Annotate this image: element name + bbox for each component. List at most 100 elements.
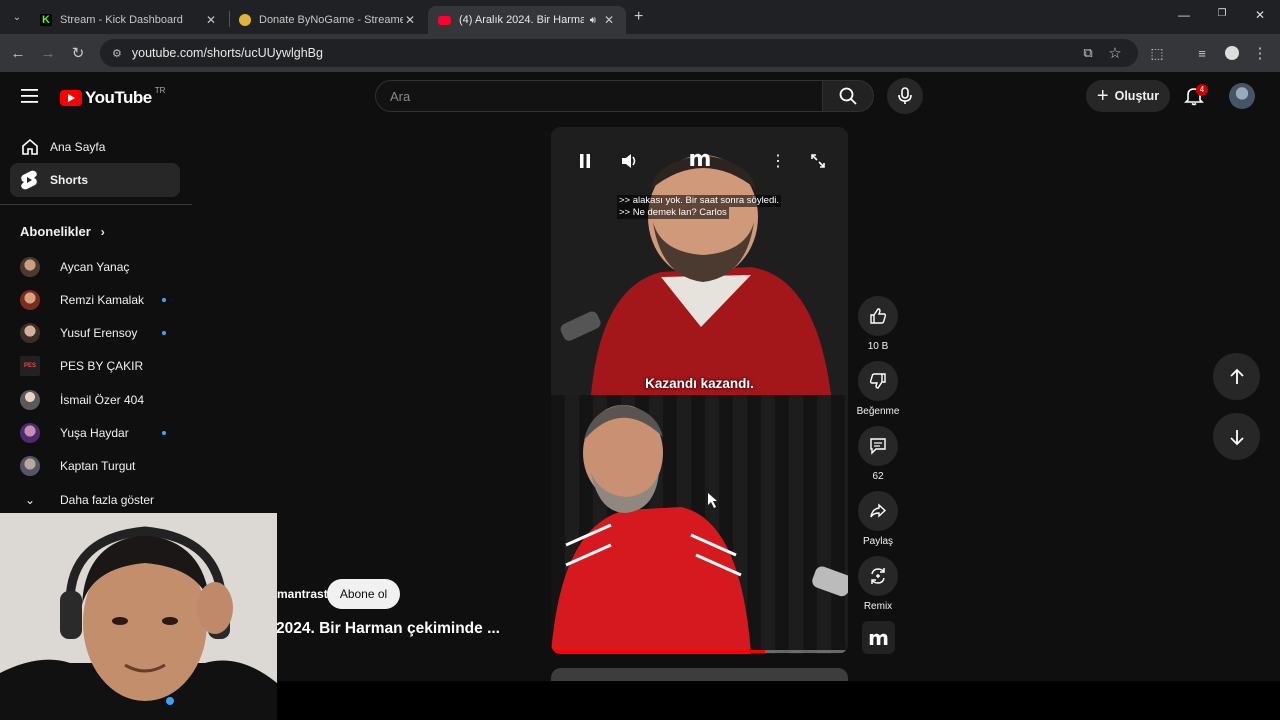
account-avatar[interactable] [1229,83,1255,109]
arrow-down-icon [1229,429,1244,445]
volume-button[interactable] [617,149,641,173]
tab-search-icon[interactable]: ⌄ [7,7,27,27]
sidebar-item-label: Shorts [50,173,89,187]
chrome-menu-icon[interactable]: ⋮ [1250,43,1270,63]
subscribe-button[interactable]: Abone ol [327,579,400,609]
logo-wordmark: YouTube [85,88,152,107]
install-app-icon[interactable]: ⧉ [1078,43,1098,63]
subscription-name: Remzi Kamalak [60,293,145,307]
back-icon[interactable]: ← [8,43,28,63]
subscription-yusa-haydar[interactable]: Yuşa Haydar [20,421,170,445]
share-button[interactable] [858,491,898,531]
youtube-logo[interactable]: YouTube TR [60,85,166,108]
short-title[interactable]: 2024. Bir Harman çekiminde ... [276,620,500,638]
like-button[interactable] [858,296,898,336]
channel-name[interactable]: mantrast [277,587,328,601]
share-label: Paylaş [862,536,893,547]
subtitle-line: >> alakası yok. Bir saat sonra söyledi. [617,195,781,207]
hamburger-menu-icon[interactable] [20,87,40,110]
chevron-right-icon: › [100,224,105,239]
thumbs-up-icon [870,308,887,324]
like-count: 10 B [867,341,889,352]
new-content-dot [162,298,166,302]
comments-button[interactable] [858,426,898,466]
close-tab-icon[interactable]: ✕ [602,13,616,27]
new-content-dot [162,331,166,335]
dislike-button[interactable] [858,361,898,401]
next-short-button[interactable] [1213,413,1260,460]
podcast-guest-image [551,405,848,654]
previous-short-button[interactable] [1213,353,1260,400]
close-tab-icon[interactable]: ✕ [403,13,417,27]
subscription-yusuf-erensoy[interactable]: Yusuf Erensoy [20,321,170,345]
subscription-name: İsmail Özer 404 [60,393,145,407]
minimize-icon[interactable]: — [1174,8,1194,26]
video-progress-bar[interactable] [551,650,848,653]
tab-kick-dashboard[interactable]: K Stream - Kick Dashboard ✕ [30,6,228,34]
search-input[interactable]: Ara [375,80,823,112]
voice-search-button[interactable] [887,78,923,114]
forward-icon[interactable]: → [38,43,58,63]
tab-youtube-active[interactable]: (4) Aralık 2024. Bir Harman 🔊︎ ✕ [428,6,626,34]
bottom-black-bar [277,681,1280,720]
extensions-icon[interactable]: ⬚ [1147,43,1167,63]
plus-icon: + [1096,85,1109,107]
new-tab-icon[interactable]: + [634,8,643,26]
streamer-webcam-image [0,513,277,720]
thumbs-down-icon [869,373,886,389]
media-controls-icon[interactable]: ≡ [1192,43,1212,63]
fullscreen-button[interactable] [806,149,830,173]
more-options-icon[interactable]: ⋮ [766,149,790,173]
subscription-aycan-yanac[interactable]: Aycan Yanaç [20,255,170,279]
subscription-name: Yusuf Erensoy [60,326,138,340]
channel-avatar [20,290,40,310]
audio-playing-icon[interactable]: 🔊︎ [590,15,596,26]
pause-icon [580,154,590,168]
sidebar-item-home[interactable]: Ana Sayfa [10,130,180,164]
notification-badge: 4 [1196,84,1208,96]
subscription-ismail-ozer-404[interactable]: İsmail Özer 404 [20,388,170,412]
search-placeholder: Ara [390,88,411,104]
country-code: TR [154,85,166,95]
browser-tab-strip: ⌄ K Stream - Kick Dashboard ✕ Donate ByN… [0,0,1280,34]
pes-logo-icon: PES [20,356,40,376]
video-bottom-frame [551,395,848,654]
close-tab-icon[interactable]: ✕ [204,13,218,27]
tab-title: (4) Aralık 2024. Bir Harman [459,14,584,26]
audio-source-thumbnail[interactable]: m [862,621,895,654]
fullscreen-icon [811,154,825,168]
search-button[interactable] [822,80,874,112]
site-info-icon[interactable]: ⚙︎ [112,47,122,60]
bookmark-star-icon[interactable]: ☆ [1105,43,1125,63]
shorts-video-player[interactable]: m ⋮ >> alakası yok. Bir saat sonra söyle… [551,127,848,654]
restore-icon[interactable]: ❐ [1212,8,1232,26]
subscription-name: Kaptan Turgut [60,459,136,473]
volume-icon [622,154,636,168]
reload-icon[interactable]: ↻ [68,43,88,63]
create-button[interactable]: + Oluştur [1086,80,1170,112]
close-window-icon[interactable]: ✕ [1250,8,1270,26]
mantra-watermark-logo: m [681,149,719,171]
remix-button[interactable] [858,556,898,596]
subscriptions-heading[interactable]: Abonelikler › [20,224,105,239]
subscription-kaptan-turgut[interactable]: Kaptan Turgut [20,454,170,478]
pause-button[interactable] [573,149,597,173]
tab-title: Stream - Kick Dashboard [60,14,183,26]
address-bar[interactable]: ⚙︎ youtube.com/shorts/ucUUywlghBg [100,39,1138,67]
show-more-label: Daha fazla göster [60,493,155,507]
sidebar-item-shorts[interactable]: Shorts [10,163,180,197]
video-top-frame: m ⋮ >> alakası yok. Bir saat sonra söyle… [551,127,848,395]
sidebar: Ana Sayfa Shorts Abonelikler › Aycan Yan… [0,128,192,518]
profile-icon[interactable] [1222,43,1242,63]
search-icon [839,87,857,105]
subscription-pes-by-cakir[interactable]: PES PES BY ÇAKIR [20,354,170,378]
audio-source-letter: m [868,625,889,650]
show-more-button[interactable]: ⌄ Daha fazla göster [20,488,170,512]
subtitle-line: >> Ne demek lan? Carlos [617,207,729,219]
tab-bynogame[interactable]: Donate ByNoGame - Streamer ✕ [229,6,427,34]
youtube-play-logo-icon [60,90,82,106]
tab-title: Donate ByNoGame - Streamer [259,14,403,26]
subscription-remzi-kamalak[interactable]: Remzi Kamalak [20,288,170,312]
shorts-icon [10,170,50,190]
dislike-label: Beğenme [856,406,900,417]
